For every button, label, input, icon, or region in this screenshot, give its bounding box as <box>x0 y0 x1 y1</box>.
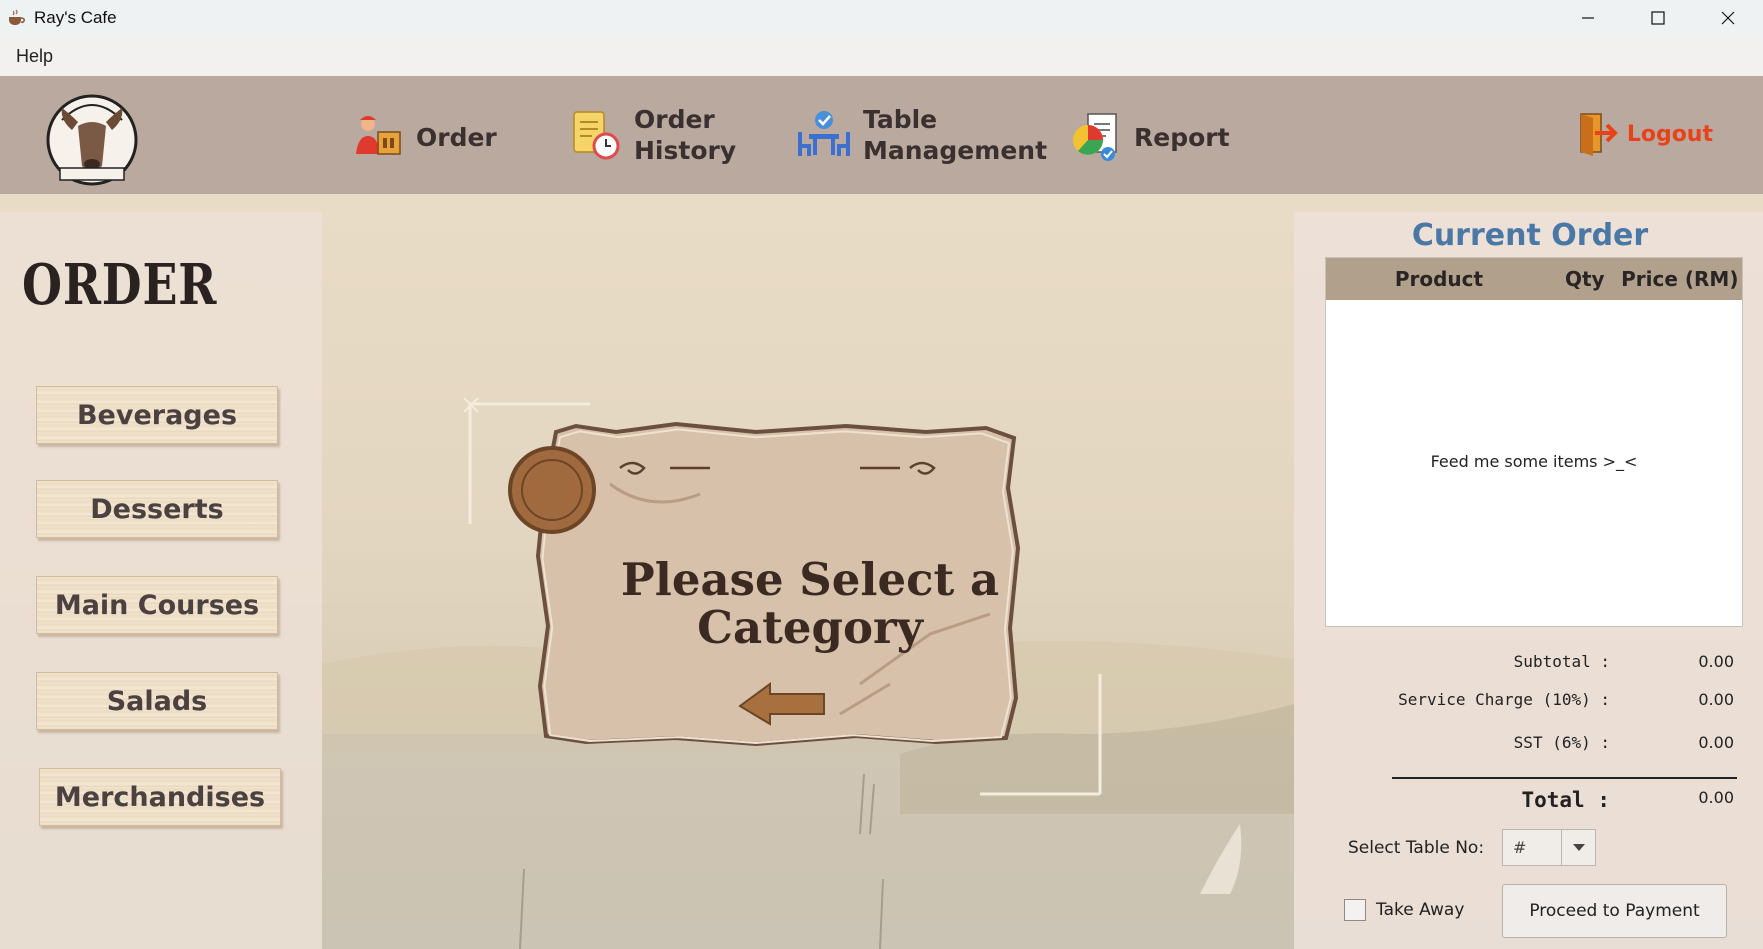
report-chart-icon <box>1073 113 1117 161</box>
total-value: 0.00 <box>1698 788 1734 807</box>
empty-order-message: Feed me some items >_< <box>1430 452 1638 471</box>
chevron-down-icon <box>1572 843 1585 851</box>
coffee-cup-icon <box>9 9 25 25</box>
receipt-clock-icon <box>573 111 620 160</box>
take-away-option[interactable]: Take Away <box>1344 899 1464 921</box>
nav-order-history[interactable]: Order History <box>568 104 736 166</box>
subtotal-value: 0.00 <box>1698 652 1734 671</box>
table-chairs-icon <box>798 111 850 156</box>
nav-table-management-label: Table Management <box>863 105 1048 165</box>
minimize-icon <box>1582 17 1594 19</box>
maximize-button[interactable] <box>1623 0 1693 36</box>
delivery-person-icon <box>356 116 401 155</box>
order-table: Product Qty Price (RM) Feed me some item… <box>1325 257 1743 627</box>
title-bar: Ray's Cafe <box>0 0 1763 36</box>
exit-door-icon <box>1580 113 1618 156</box>
nav-report-label: Report <box>1134 122 1230 152</box>
take-away-label: Take Away <box>1376 900 1465 920</box>
take-away-checkbox[interactable] <box>1344 899 1366 921</box>
category-merchandises[interactable]: Merchandises <box>39 768 281 826</box>
menu-bar: Help <box>0 36 1763 76</box>
sst-row: SST (6%) : 0.00 <box>1513 733 1734 752</box>
window-title: Ray's Cafe <box>34 8 117 27</box>
close-icon <box>1721 11 1735 25</box>
column-price: Price (RM) <box>1621 267 1739 291</box>
logout-button[interactable]: Logout <box>1577 112 1713 156</box>
nav-order-label: Order <box>416 122 497 152</box>
table-number-select[interactable]: # <box>1502 829 1596 866</box>
nav-order-history-label: Order History <box>634 105 737 165</box>
proceed-to-payment-button[interactable]: Proceed to Payment <box>1502 884 1727 938</box>
cafe-logo <box>46 94 138 186</box>
category-desserts[interactable]: Desserts <box>36 480 278 538</box>
subtotal-row: Subtotal : 0.00 <box>1513 652 1734 671</box>
select-category-prompt: Please Select a Category <box>620 553 1000 654</box>
nav-report[interactable]: Report <box>1068 110 1230 164</box>
column-qty: Qty <box>1564 267 1605 291</box>
nav-table-management[interactable]: Table Management <box>797 104 1047 166</box>
service-charge-row: Service Charge (10%) : 0.00 <box>1398 690 1734 709</box>
category-salads[interactable]: Salads <box>36 672 278 730</box>
menu-help[interactable]: Help <box>16 46 53 67</box>
sst-value: 0.00 <box>1698 733 1734 752</box>
current-order-title: Current Order <box>1411 218 1649 253</box>
order-table-header: Product Qty Price (RM) <box>1326 258 1742 300</box>
select-table-label: Select Table No: <box>1348 838 1485 858</box>
category-main-courses[interactable]: Main Courses <box>36 576 278 634</box>
logout-label: Logout <box>1626 121 1713 147</box>
summary-divider <box>1392 777 1737 779</box>
category-beverages[interactable]: Beverages <box>36 386 278 444</box>
maximize-icon <box>1651 11 1665 25</box>
minimize-button[interactable] <box>1553 0 1623 36</box>
close-button[interactable] <box>1693 0 1763 36</box>
column-product: Product <box>1394 267 1484 291</box>
total-row: Total : 0.00 <box>1521 788 1734 812</box>
top-nav: Order Order History Table Management Rep… <box>0 76 1763 194</box>
order-heading: ORDER <box>22 252 218 318</box>
nav-order[interactable]: Order <box>350 110 497 164</box>
service-charge-value: 0.00 <box>1698 690 1734 709</box>
